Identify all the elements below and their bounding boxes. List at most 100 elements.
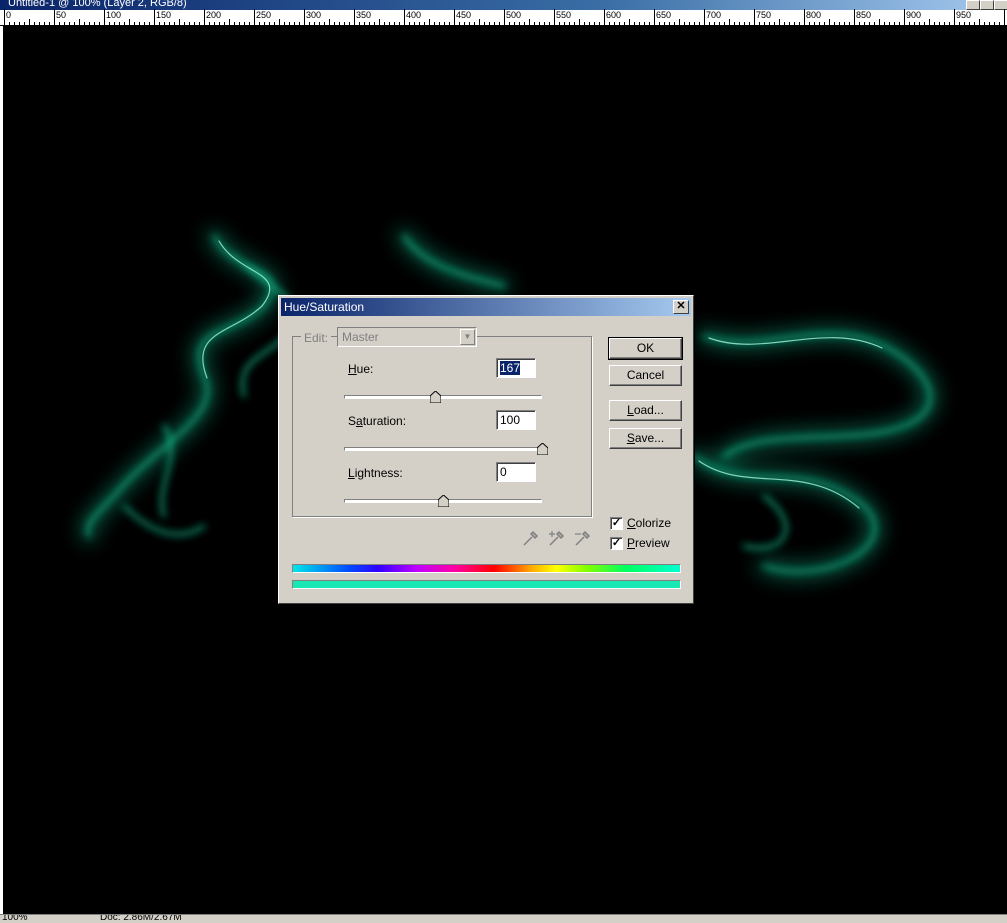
ruler-tick bbox=[174, 22, 175, 25]
ruler-tick bbox=[759, 22, 760, 25]
ruler-tick bbox=[884, 22, 885, 25]
ruler-tick bbox=[284, 22, 285, 25]
eyedropper-icon[interactable] bbox=[521, 530, 539, 548]
ruler-tick bbox=[299, 22, 300, 25]
ruler-tick bbox=[39, 22, 40, 25]
ruler-tick bbox=[384, 22, 385, 25]
ruler-tick bbox=[379, 19, 380, 25]
ruler-tick bbox=[594, 22, 595, 25]
document-size: Doc: 2.86M/2.67M bbox=[100, 914, 182, 923]
eyedropper-plus-icon[interactable] bbox=[547, 530, 565, 548]
ruler-tick bbox=[364, 22, 365, 25]
ruler-tick bbox=[504, 9, 505, 25]
ruler-tick bbox=[979, 19, 980, 25]
dialog-close-button[interactable]: ✕ bbox=[673, 300, 689, 314]
colorize-label[interactable]: Colorize bbox=[627, 516, 671, 530]
edit-dropdown[interactable]: Master ▼ bbox=[337, 327, 477, 347]
ruler-tick bbox=[469, 22, 470, 25]
colorize-checkbox[interactable]: ✓ bbox=[610, 517, 623, 530]
ruler-tick bbox=[909, 22, 910, 25]
ruler-tick bbox=[229, 19, 230, 25]
ruler-tick bbox=[424, 22, 425, 25]
close-icon: ✕ bbox=[676, 300, 686, 312]
ruler-tick bbox=[249, 22, 250, 25]
ruler-tick bbox=[554, 9, 555, 25]
hue-slider-track[interactable] bbox=[344, 395, 542, 399]
ruler-tick bbox=[894, 22, 895, 25]
ruler-tick bbox=[764, 22, 765, 25]
load-button[interactable]: Load... bbox=[609, 400, 682, 421]
ruler-tick bbox=[349, 22, 350, 25]
ruler-tick bbox=[334, 22, 335, 25]
ruler-tick bbox=[734, 22, 735, 25]
ruler-tick bbox=[319, 22, 320, 25]
ruler-tick bbox=[649, 22, 650, 25]
status-bar: 100% Doc: 2.86M/2.67M bbox=[0, 914, 1007, 923]
saturation-input[interactable]: 100 bbox=[496, 410, 536, 430]
output-color-bar bbox=[292, 580, 681, 589]
ruler-tick bbox=[209, 22, 210, 25]
maximize-button[interactable] bbox=[980, 0, 994, 10]
ruler-tick bbox=[489, 22, 490, 25]
ruler-tick bbox=[214, 22, 215, 25]
ruler-tick bbox=[989, 22, 990, 25]
ok-button[interactable]: OK bbox=[608, 337, 683, 360]
ruler-label: 100 bbox=[106, 10, 122, 20]
dialog-title-bar[interactable]: Hue/Saturation ✕ bbox=[281, 298, 691, 316]
preview-checkbox[interactable]: ✓ bbox=[610, 537, 623, 550]
ruler-tick bbox=[109, 22, 110, 25]
ruler-tick bbox=[769, 22, 770, 25]
saturation-slider-thumb[interactable] bbox=[536, 443, 548, 455]
ruler-tick bbox=[824, 22, 825, 25]
ruler-tick bbox=[164, 22, 165, 25]
ruler-tick bbox=[514, 22, 515, 25]
close-window-button[interactable] bbox=[994, 0, 1007, 10]
ruler-tick bbox=[104, 9, 105, 25]
eyedropper-minus-icon[interactable] bbox=[573, 530, 591, 548]
ruler-tick bbox=[679, 19, 680, 25]
save-button[interactable]: Save... bbox=[609, 428, 682, 449]
hue-slider-thumb[interactable] bbox=[429, 391, 441, 403]
horizontal-ruler[interactable]: 0 50 100 150 200 250 300 350 400 450 500 550 600 650 7… bbox=[0, 9, 1007, 26]
ruler-tick bbox=[259, 22, 260, 25]
ruler-tick bbox=[369, 22, 370, 25]
ruler-tick bbox=[689, 22, 690, 25]
zoom-readout[interactable]: 100% bbox=[2, 915, 28, 923]
chevron-down-icon[interactable]: ▼ bbox=[460, 329, 475, 345]
ruler-tick bbox=[159, 22, 160, 25]
ruler-tick bbox=[834, 22, 835, 25]
ruler-tick bbox=[864, 22, 865, 25]
ruler-tick bbox=[144, 22, 145, 25]
cancel-button[interactable]: Cancel bbox=[609, 365, 682, 386]
hue-input[interactable]: 167 bbox=[496, 358, 536, 378]
ruler-tick bbox=[484, 22, 485, 25]
ruler-label: 50 bbox=[56, 10, 67, 20]
ruler-tick bbox=[934, 22, 935, 25]
ruler-tick bbox=[374, 22, 375, 25]
ruler-label: 500 bbox=[506, 10, 522, 20]
ruler-tick bbox=[4, 9, 5, 25]
ruler-tick bbox=[624, 22, 625, 25]
ruler-tick bbox=[279, 19, 280, 25]
saturation-slider-track[interactable] bbox=[344, 447, 542, 451]
ruler-tick bbox=[294, 22, 295, 25]
ruler-tick bbox=[34, 22, 35, 25]
ruler-label: 600 bbox=[606, 10, 622, 20]
ruler-tick bbox=[814, 22, 815, 25]
ruler-label: 950 bbox=[956, 10, 972, 20]
lightness-slider-thumb[interactable] bbox=[437, 495, 449, 507]
ruler-tick bbox=[539, 22, 540, 25]
preview-label[interactable]: Preview bbox=[627, 536, 670, 550]
ruler-tick bbox=[904, 9, 905, 25]
ruler-label: 650 bbox=[656, 10, 672, 20]
ruler-tick bbox=[29, 19, 30, 25]
minimize-button[interactable] bbox=[966, 0, 980, 10]
ruler-tick bbox=[204, 9, 205, 25]
ruler-tick bbox=[19, 22, 20, 25]
ruler-tick bbox=[394, 22, 395, 25]
lightness-input[interactable]: 0 bbox=[496, 462, 536, 482]
ruler-label: 250 bbox=[256, 10, 272, 20]
ruler-tick bbox=[239, 22, 240, 25]
ruler-tick bbox=[899, 22, 900, 25]
ruler-tick bbox=[254, 9, 255, 25]
